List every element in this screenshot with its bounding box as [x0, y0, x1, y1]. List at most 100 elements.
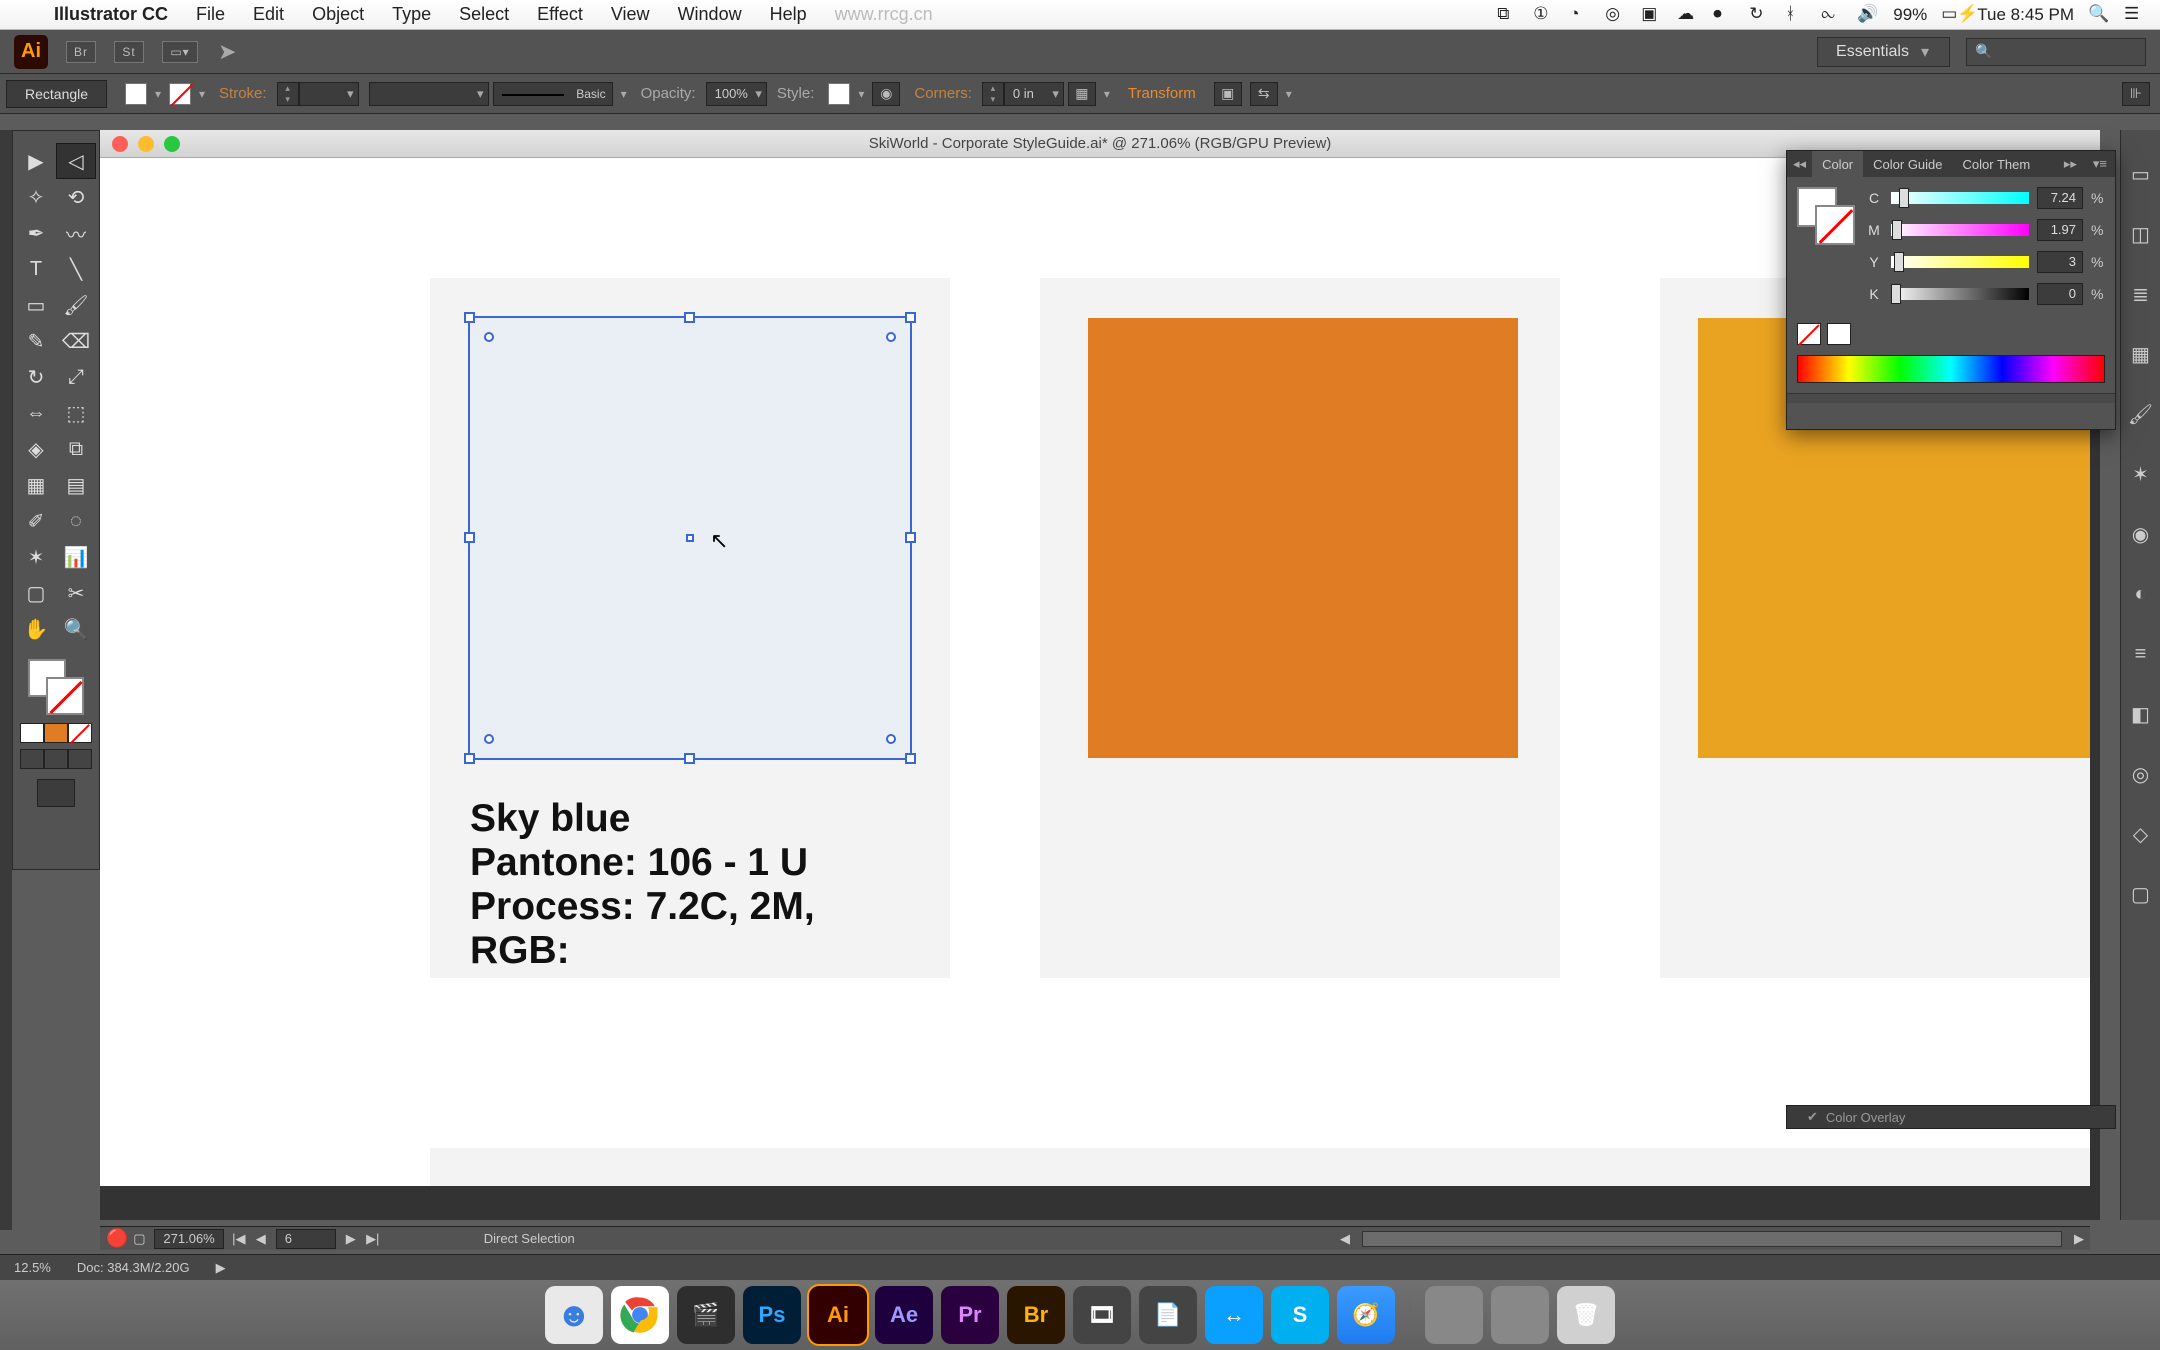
stroke-weight-combo[interactable] [299, 82, 359, 106]
m-value[interactable]: 1.97 [2037, 219, 2083, 241]
dock-minimized-1[interactable] [1425, 1286, 1483, 1344]
hscrollbar[interactable] [1362, 1231, 2062, 1247]
rec-icon[interactable]: ⏺ [1713, 4, 1735, 26]
stroke-label[interactable]: Stroke: [219, 85, 267, 102]
stroke-weight-stepper[interactable]: ▴▾ [277, 82, 299, 106]
none-color-button[interactable] [1797, 323, 1821, 345]
zoom-field[interactable]: 271.06% [154, 1229, 223, 1249]
gradient-tool[interactable]: ▤ [56, 467, 96, 503]
corners-stepper[interactable]: ▴▾ [982, 82, 1004, 106]
cc-icon[interactable]: ◎ [1605, 4, 1627, 26]
white-color-button[interactable] [1827, 323, 1851, 345]
color-panel-close-icon[interactable]: ▸▸ [2056, 156, 2085, 172]
menu-window[interactable]: Window [664, 4, 756, 25]
dock-chrome[interactable] [611, 1286, 669, 1344]
zoom-window-button[interactable] [164, 136, 180, 152]
color-themes-tab[interactable]: Color Them [1953, 151, 2041, 177]
stroke-indicator[interactable] [46, 677, 84, 715]
gradient-panel-icon[interactable]: ◐ [2127, 580, 2155, 608]
appearance-panel-icon[interactable]: ◎ [2127, 760, 2155, 788]
pen-tool[interactable]: ✒ [16, 215, 56, 251]
color-panel-fillstroke[interactable] [1797, 187, 1855, 245]
workspace-switcher[interactable]: Essentials [1817, 37, 1950, 67]
k-value[interactable]: 0 [2037, 283, 2083, 305]
stroke-panel-icon[interactable]: ≡ [2127, 640, 2155, 668]
search-field[interactable]: 🔍 [1966, 38, 2146, 66]
dock-finder[interactable]: ☻ [545, 1286, 603, 1344]
opacity-combo[interactable]: 100% [706, 82, 767, 106]
hand-tool[interactable]: ✋ [16, 611, 56, 647]
brushes-panel-icon[interactable]: 🖌 [2127, 400, 2155, 428]
minimize-window-button[interactable] [138, 136, 154, 152]
dock-skype[interactable]: S [1271, 1286, 1329, 1344]
style-label[interactable]: Style: [777, 85, 815, 102]
color-spectrum[interactable] [1797, 355, 2105, 383]
none-mode-btn[interactable] [68, 723, 92, 743]
eyedropper-tool[interactable]: ✐ [16, 503, 56, 539]
style-dropdown[interactable]: ▾ [854, 87, 868, 101]
arrange-documents-button[interactable]: ▭▾ [162, 41, 198, 63]
isolate-button[interactable]: ▣ [1214, 82, 1242, 106]
free-transform-tool[interactable]: ⬚ [56, 395, 96, 431]
last-artboard-button[interactable]: ▶| [362, 1231, 384, 1247]
first-artboard-button[interactable]: |◀ [228, 1231, 250, 1247]
blend-tool[interactable]: ◌ [56, 503, 96, 539]
curvature-tool[interactable]: 〰 [56, 215, 96, 251]
loop-icon[interactable]: ↻ [1749, 4, 1771, 26]
eraser-tool[interactable]: ⌫ [56, 323, 96, 359]
close-window-button[interactable] [112, 136, 128, 152]
y-slider[interactable] [1891, 256, 2029, 268]
one-icon[interactable]: ① [1533, 4, 1555, 26]
dock-fcpx[interactable]: 🎬 [677, 1286, 735, 1344]
shape-builder-tool[interactable]: ◈ [16, 431, 56, 467]
shape-properties-button[interactable]: ▦ [1068, 82, 1096, 106]
bridge-button[interactable]: Br [66, 41, 96, 63]
menu-effect[interactable]: Effect [523, 4, 597, 25]
opacity-label[interactable]: Opacity: [641, 85, 696, 102]
color-panel-icon[interactable]: ◉ [2127, 520, 2155, 548]
style-swatch[interactable] [828, 83, 850, 105]
dock-app-1[interactable]: 🎞 [1073, 1286, 1131, 1344]
screen-mode-button[interactable] [37, 779, 75, 807]
type-tool[interactable]: T [16, 251, 56, 287]
dock-app-2[interactable]: 📄 [1139, 1286, 1197, 1344]
status-artboard-icon[interactable]: ▢ [128, 1231, 150, 1247]
paintbrush-tool[interactable]: 🖌 [56, 287, 96, 323]
color-panel-collapse-icon[interactable]: ◂◂ [1787, 156, 1812, 172]
libraries-panel-icon[interactable]: ◫ [2127, 220, 2155, 248]
line-segment-tool[interactable]: ╲ [56, 251, 96, 287]
m-slider[interactable] [1891, 224, 2029, 236]
slice-tool[interactable]: ✂ [56, 575, 96, 611]
properties-panel-icon[interactable]: ▭ [2127, 160, 2155, 188]
transparency-panel-icon[interactable]: ◧ [2127, 700, 2155, 728]
symbols-panel-icon[interactable]: ✶ [2127, 460, 2155, 488]
zoom-tool[interactable]: 🔍 [56, 611, 96, 647]
gradient-mode-btn[interactable] [44, 723, 68, 743]
align-dropdown[interactable]: ▾ [1282, 87, 1296, 101]
scale-tool[interactable]: ⤢ [56, 359, 96, 395]
artboard-tool[interactable]: ▢ [16, 575, 56, 611]
c-slider[interactable] [1891, 192, 2029, 204]
prev-artboard-button[interactable]: ◀ [250, 1231, 272, 1247]
stroke-swatch[interactable] [169, 83, 191, 105]
fill-stroke-block[interactable] [26, 657, 86, 717]
perspective-grid-tool[interactable]: ⧉ [56, 431, 96, 467]
battery-icon[interactable]: ▭⚡ [1941, 4, 1963, 26]
color-tab[interactable]: Color [1812, 151, 1863, 177]
dock-trash[interactable]: 🗑 [1557, 1286, 1615, 1344]
stock-button[interactable]: St [114, 41, 144, 63]
color-overlay-row[interactable]: ✔Color Overlay [1786, 1105, 2116, 1129]
go-arrow-icon[interactable]: ➤ [218, 39, 236, 65]
bluetooth-icon[interactable]: ᚼ [1785, 4, 1807, 26]
cloud-icon[interactable]: ☁ [1677, 4, 1699, 26]
dock-illustrator[interactable]: Ai [809, 1286, 867, 1344]
draw-inside-btn[interactable] [68, 749, 92, 769]
orange-rectangle[interactable] [1088, 318, 1518, 758]
dock-teamviewer[interactable]: ↔ [1205, 1286, 1263, 1344]
corners-label[interactable]: Corners: [914, 85, 972, 102]
spotlight-icon[interactable]: 🔍 [2088, 4, 2110, 26]
shape-properties-dropdown[interactable]: ▾ [1100, 87, 1114, 101]
align-button[interactable]: ⇆ [1250, 82, 1278, 106]
dropbox-icon[interactable]: ⧉ [1497, 4, 1519, 26]
panel-resize-grip[interactable] [1787, 393, 2115, 403]
